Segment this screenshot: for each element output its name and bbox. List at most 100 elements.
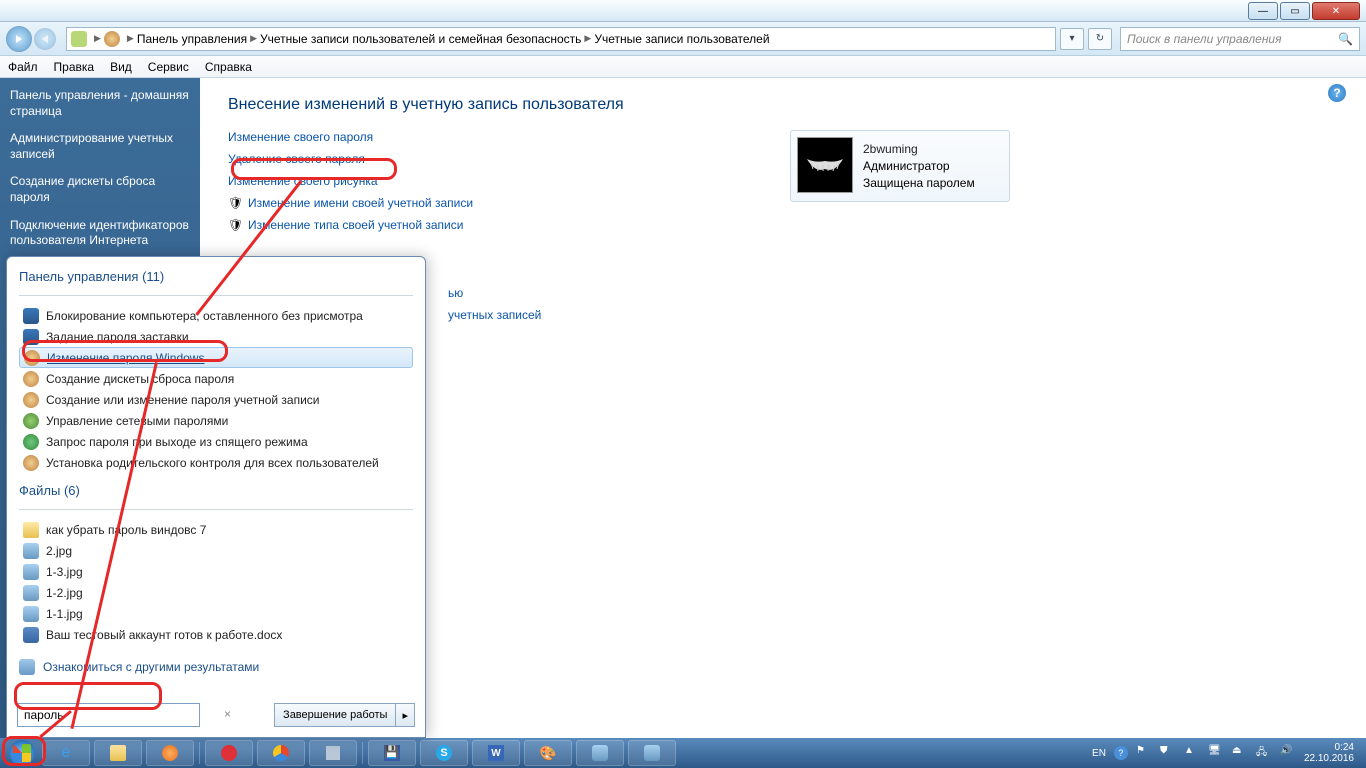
tray-icon[interactable]: ⏏ xyxy=(1232,745,1248,761)
cp-result-item[interactable]: Установка родительского контроля для все… xyxy=(19,452,413,473)
shutdown-button[interactable]: Завершение работы xyxy=(274,703,396,727)
tray-icon[interactable]: 🖥 xyxy=(1208,745,1224,761)
crumb-0[interactable]: Панель управления xyxy=(137,32,247,46)
nav-back-button[interactable] xyxy=(6,26,32,52)
image-icon xyxy=(592,745,608,761)
tray-icon[interactable]: ⚑ xyxy=(1136,745,1152,761)
page-title: Внесение изменений в учетную запись поль… xyxy=(228,96,1338,114)
image-icon xyxy=(644,745,660,761)
tray-volume-icon[interactable]: 🔊 xyxy=(1280,745,1296,761)
result-icon xyxy=(23,543,39,559)
taskbar-app1[interactable] xyxy=(309,740,357,766)
link-change-password[interactable]: Изменение своего пароля xyxy=(228,130,373,144)
nav-forward-button[interactable] xyxy=(34,28,56,50)
file-result-item[interactable]: 1-3.jpg xyxy=(19,561,413,582)
sidebar-reset-disk[interactable]: Создание дискеты сброса пароля xyxy=(10,174,190,205)
user-accounts-icon xyxy=(104,31,120,47)
start-search-input[interactable] xyxy=(17,703,200,727)
help-icon[interactable]: ? xyxy=(1328,84,1346,102)
result-label: Задание пароля заставки xyxy=(46,330,189,344)
system-tray: EN ? ⚑ ⛊ ▲ 🖥 ⏏ 🖧 🔊 0:24 22.10.2016 xyxy=(1092,742,1362,765)
taskbar-ie[interactable]: e xyxy=(42,740,90,766)
taskbar-image1[interactable] xyxy=(576,740,624,766)
file-result-item[interactable]: Ваш тестовый аккаунт готов к работе.docx xyxy=(19,624,413,645)
result-label: Создание дискеты сброса пароля xyxy=(46,372,234,386)
link-extra-2[interactable]: учетных записей xyxy=(448,308,541,322)
file-result-item[interactable]: 2.jpg xyxy=(19,540,413,561)
result-label: Установка родительского контроля для все… xyxy=(46,456,379,470)
file-result-item[interactable]: 1-1.jpg xyxy=(19,603,413,624)
tray-icon[interactable]: ⛊ xyxy=(1160,745,1176,761)
minimize-button[interactable]: — xyxy=(1248,2,1278,20)
menu-bar: Файл Правка Вид Сервис Справка xyxy=(0,56,1366,78)
cp-result-item[interactable]: Запрос пароля при выходе из спящего режи… xyxy=(19,431,413,452)
taskbar: e 💾 S W 🎨 EN ? ⚑ ⛊ ▲ 🖥 ⏏ 🖧 🔊 0:24 22.10.… xyxy=(0,738,1366,768)
taskbar-chrome[interactable] xyxy=(257,740,305,766)
clear-search-icon[interactable]: × xyxy=(224,707,231,721)
result-icon xyxy=(23,585,39,601)
refresh-button[interactable]: ↻ xyxy=(1088,28,1112,50)
link-extra-1[interactable]: ью xyxy=(448,286,463,300)
taskbar-opera[interactable] xyxy=(205,740,253,766)
result-label: Создание или изменение пароля учетной за… xyxy=(46,393,320,407)
cp-result-item[interactable]: Задание пароля заставки xyxy=(19,326,413,347)
taskbar-skype[interactable]: S xyxy=(420,740,468,766)
cp-result-item[interactable]: Блокирование компьютера, оставленного бе… xyxy=(19,305,413,326)
tray-lang[interactable]: EN xyxy=(1092,748,1106,759)
tray-clock[interactable]: 0:24 22.10.2016 xyxy=(1304,742,1354,765)
link-change-name[interactable]: Изменение имени своей учетной записи xyxy=(248,196,473,210)
cp-result-item[interactable]: Управление сетевыми паролями xyxy=(19,410,413,431)
crumb-1[interactable]: Учетные записи пользователей и семейная … xyxy=(260,32,581,46)
result-icon xyxy=(24,350,40,366)
shutdown-options-button[interactable]: ▸ xyxy=(396,703,415,727)
sidebar-home[interactable]: Панель управления - домашняя страница xyxy=(10,88,190,119)
see-all-results[interactable]: Ознакомиться с другими результатами xyxy=(19,659,413,675)
taskbar-word[interactable]: W xyxy=(472,740,520,766)
shutdown-split-button[interactable]: Завершение работы ▸ xyxy=(274,703,415,727)
menu-tools[interactable]: Сервис xyxy=(148,60,189,74)
result-icon xyxy=(23,308,39,324)
link-change-type[interactable]: Изменение типа своей учетной записи xyxy=(248,218,463,232)
link-change-picture[interactable]: Изменение своего рисунка xyxy=(228,174,378,188)
menu-help[interactable]: Справка xyxy=(205,60,252,74)
menu-file[interactable]: Файл xyxy=(8,60,38,74)
link-remove-password[interactable]: Удаление своего пароля xyxy=(228,152,365,166)
crumb-2[interactable]: Учетные записи пользователей xyxy=(594,32,769,46)
file-result-item[interactable]: 1-2.jpg xyxy=(19,582,413,603)
taskbar-paint[interactable]: 🎨 xyxy=(524,740,572,766)
user-protected: Защищена паролем xyxy=(863,175,975,192)
address-search[interactable]: Поиск в панели управления xyxy=(1120,27,1360,51)
taskbar-save[interactable]: 💾 xyxy=(368,740,416,766)
window-titlebar: — ▭ ✕ xyxy=(0,0,1366,22)
shield-icon xyxy=(228,196,242,210)
result-label: Блокирование компьютера, оставленного бе… xyxy=(46,309,363,323)
cp-result-item[interactable]: Изменение пароля Windows xyxy=(19,347,413,368)
shield-icon xyxy=(228,218,242,232)
tray-help-icon[interactable]: ? xyxy=(1114,746,1128,760)
sidebar-manage-accounts[interactable]: Администрирование учетных записей xyxy=(10,131,190,162)
maximize-button[interactable]: ▭ xyxy=(1280,2,1310,20)
result-icon xyxy=(23,522,39,538)
cp-result-item[interactable]: Создание дискеты сброса пароля xyxy=(19,368,413,389)
start-button[interactable] xyxy=(4,738,40,768)
search-icon xyxy=(19,659,35,675)
user-role: Администратор xyxy=(863,158,975,175)
file-result-item[interactable]: как убрать пароль виндовс 7 xyxy=(19,519,413,540)
taskbar-image2[interactable] xyxy=(628,740,676,766)
menu-view[interactable]: Вид xyxy=(110,60,132,74)
result-icon xyxy=(23,455,39,471)
close-button[interactable]: ✕ xyxy=(1312,2,1360,20)
result-label: 1-1.jpg xyxy=(46,607,83,621)
tray-network-icon[interactable]: 🖧 xyxy=(1256,745,1272,761)
menu-edit[interactable]: Правка xyxy=(54,60,95,74)
result-label: 1-3.jpg xyxy=(46,565,83,579)
sidebar-online-id[interactable]: Подключение идентификаторов пользователя… xyxy=(10,218,190,249)
taskbar-media[interactable] xyxy=(146,740,194,766)
taskbar-explorer[interactable] xyxy=(94,740,142,766)
breadcrumb[interactable]: ▶ ▶ Панель управления▶ Учетные записи по… xyxy=(66,27,1056,51)
cp-result-item[interactable]: Создание или изменение пароля учетной за… xyxy=(19,389,413,410)
tray-expand-icon[interactable]: ▲ xyxy=(1184,745,1200,761)
start-search-panel: Панель управления (11) Блокирование комп… xyxy=(6,256,426,738)
crumb-dropdown[interactable]: ▾ xyxy=(1060,28,1084,50)
result-icon xyxy=(23,392,39,408)
